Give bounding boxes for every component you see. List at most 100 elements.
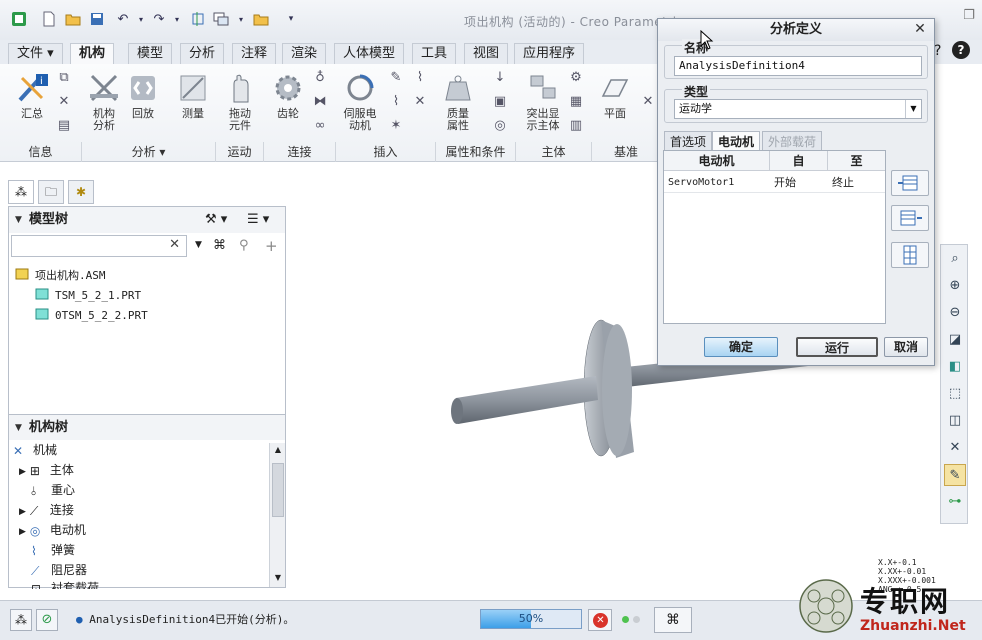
mech-tree-scrollbar[interactable]: ▲ ▼	[269, 443, 285, 587]
customize-toolbar-icon[interactable]: ▾	[282, 10, 300, 28]
display-style-icon[interactable]: ◧	[944, 356, 966, 378]
repaint-icon[interactable]: ◪	[944, 329, 966, 351]
tab-preferences[interactable]: 首选项	[664, 131, 713, 151]
detailed-info-icon[interactable]: ▤	[56, 118, 72, 134]
help-icon[interactable]: ?	[952, 41, 970, 59]
force-motor-icon[interactable]: ✎	[388, 70, 404, 86]
mech-tree-item-connections[interactable]: ▶ ⟋ 连接	[19, 501, 74, 518]
open-folder-icon[interactable]	[64, 10, 82, 28]
redo-dropdown-icon[interactable]: ▾	[168, 10, 186, 28]
undo-icon[interactable]: ↶	[114, 10, 132, 28]
redo-icon[interactable]: ↷	[150, 10, 168, 28]
windows-icon[interactable]	[212, 10, 230, 28]
scrollbar-thumb[interactable]	[272, 463, 284, 517]
tab-external-loads[interactable]: 外部载荷	[762, 131, 823, 151]
mech-tree-item-bodies[interactable]: ▶ ⊞ 主体	[19, 461, 74, 478]
datum-axis-icon[interactable]: ✕	[640, 94, 656, 110]
save-icon[interactable]	[88, 10, 106, 28]
delete-motor-button[interactable]	[891, 205, 929, 231]
filter-icon[interactable]: ⚲	[239, 238, 249, 253]
annotation-display-icon[interactable]: ✎	[944, 464, 966, 486]
tree-show-icon[interactable]: ☰ ▾	[247, 207, 269, 233]
tab-manikin[interactable]: 人体模型	[334, 43, 405, 64]
cam-icon[interactable]: ♁	[312, 70, 328, 86]
view-manager-icon[interactable]: ◫	[944, 410, 966, 432]
highlight-bodies-button[interactable]: 突出显 示主体	[522, 72, 564, 132]
motor-cell[interactable]: ServoMotor1	[664, 173, 770, 193]
summary-button[interactable]: i 汇总	[12, 72, 52, 120]
drag-components-button[interactable]: 拖动 元件	[222, 72, 258, 132]
body-assembly-icon[interactable]: ▥	[568, 118, 584, 134]
tab-render[interactable]: 渲染	[282, 43, 327, 64]
tree-search-input[interactable]: ✕	[11, 235, 187, 257]
collapse-icon[interactable]: ▼	[15, 415, 22, 441]
body-definition-icon[interactable]: ⚙	[568, 70, 584, 86]
measure-button[interactable]: 测量	[174, 72, 212, 120]
collapse-icon[interactable]: ▼	[15, 207, 22, 233]
name-field[interactable]: AnalysisDefinition4	[674, 56, 922, 76]
close-window-icon[interactable]	[252, 10, 270, 28]
search-options-dropdown-icon[interactable]: ▼	[195, 240, 202, 250]
reconnect-icon[interactable]: ▦	[568, 94, 584, 110]
mech-tree-item-bushing[interactable]: ⊡ 衬套载荷	[31, 579, 99, 589]
expand-icon[interactable]: ▶	[19, 527, 26, 537]
tab-tools[interactable]: 工具	[412, 43, 457, 64]
navigator-toggle-icon[interactable]: ⁂	[10, 609, 32, 631]
termination-icon[interactable]: ◎	[492, 118, 508, 134]
mechanism-tree-header[interactable]: ▼ 机构树	[9, 414, 285, 440]
plane-button[interactable]: 平面	[598, 72, 632, 120]
scroll-down-icon[interactable]: ▼	[270, 571, 286, 585]
mech-tree-item-gravity[interactable]: ⫰ 重心	[31, 481, 75, 498]
tab-view[interactable]: 视图	[464, 43, 509, 64]
model-tree-header[interactable]: ▼ 模型树 ⚒ ▾ ☰ ▾	[9, 207, 285, 233]
tree-item-assembly[interactable]: 项出机构.ASM	[15, 267, 106, 283]
tab-annotate[interactable]: 注释	[232, 43, 277, 64]
damper-icon[interactable]: ✶	[388, 118, 404, 134]
zoom-in-icon[interactable]: ⊕	[944, 275, 966, 297]
tab-file[interactable]: 文件 ▾	[8, 43, 63, 64]
clear-search-icon[interactable]: ✕	[169, 237, 180, 252]
from-cell[interactable]: 开始	[770, 173, 828, 193]
belt-icon[interactable]: ∞	[312, 118, 328, 134]
mech-tree-item-mechanism[interactable]: ✕ 机械	[13, 441, 57, 458]
undo-dropdown-icon[interactable]: ▾	[132, 10, 150, 28]
close-icon[interactable]: ✕	[912, 21, 928, 37]
mech-tree-item-dampers[interactable]: ⟋ 阻尼器	[31, 561, 87, 578]
regenerate-icon[interactable]	[190, 10, 208, 28]
mass-properties-button[interactable]: 质量 属性	[440, 72, 476, 132]
measure-small-icon[interactable]: ✕	[56, 94, 72, 110]
mech-tree-item-motors[interactable]: ▶ ◎ 电动机	[19, 521, 86, 538]
new-file-icon[interactable]	[40, 10, 58, 28]
slot-icon[interactable]: ⧓	[312, 94, 328, 110]
expand-icon[interactable]: ▶	[19, 467, 26, 477]
run-button[interactable]: 运行	[796, 337, 878, 357]
bushing-icon[interactable]: ✕	[412, 94, 428, 110]
tab-applications[interactable]: 应用程序	[514, 43, 585, 64]
datum-display-icon[interactable]: ✕	[944, 437, 966, 459]
window-restore-icon[interactable]: ❐	[958, 8, 980, 26]
add-column-icon[interactable]: +	[265, 237, 278, 255]
browser-toggle-icon[interactable]: ⊘	[36, 609, 58, 631]
tree-item-part[interactable]: 0TSM_5_2_2.PRT	[35, 308, 148, 322]
zoom-out-icon[interactable]: ⊖	[944, 302, 966, 324]
gears-button[interactable]: 齿轮	[270, 72, 306, 120]
mech-tree-item-springs[interactable]: ⌇ 弹簧	[31, 541, 75, 558]
playback-button[interactable]: 回放	[126, 72, 160, 120]
windows-dropdown-icon[interactable]: ▾	[232, 10, 250, 28]
servo-motor-button[interactable]: 伺服电 动机	[340, 72, 380, 132]
tree-item-part[interactable]: TSM_5_2_1.PRT	[35, 288, 141, 302]
spin-center-icon[interactable]: ⊶	[944, 491, 966, 513]
tab-motors[interactable]: 电动机	[712, 131, 761, 151]
tree-settings-icon[interactable]: ⚒ ▾	[205, 207, 227, 233]
add-motor-button[interactable]	[891, 170, 929, 196]
mechanism-analysis-button[interactable]: 机构 分析	[86, 72, 122, 132]
find-icon[interactable]: ⌘	[654, 607, 692, 633]
tab-mechanism[interactable]: 机构	[70, 43, 115, 65]
initial-condition-icon[interactable]: ▣	[492, 94, 508, 110]
expand-icon[interactable]: ▶	[19, 507, 26, 517]
tab-model[interactable]: 模型	[128, 43, 173, 64]
cancel-button[interactable]: 取消	[884, 337, 928, 357]
mech-info-icon[interactable]: ⧉	[56, 70, 72, 86]
model-tree-tab-icon[interactable]: ⁂	[8, 180, 34, 204]
type-select[interactable]: 运动学 ▼	[674, 99, 922, 119]
